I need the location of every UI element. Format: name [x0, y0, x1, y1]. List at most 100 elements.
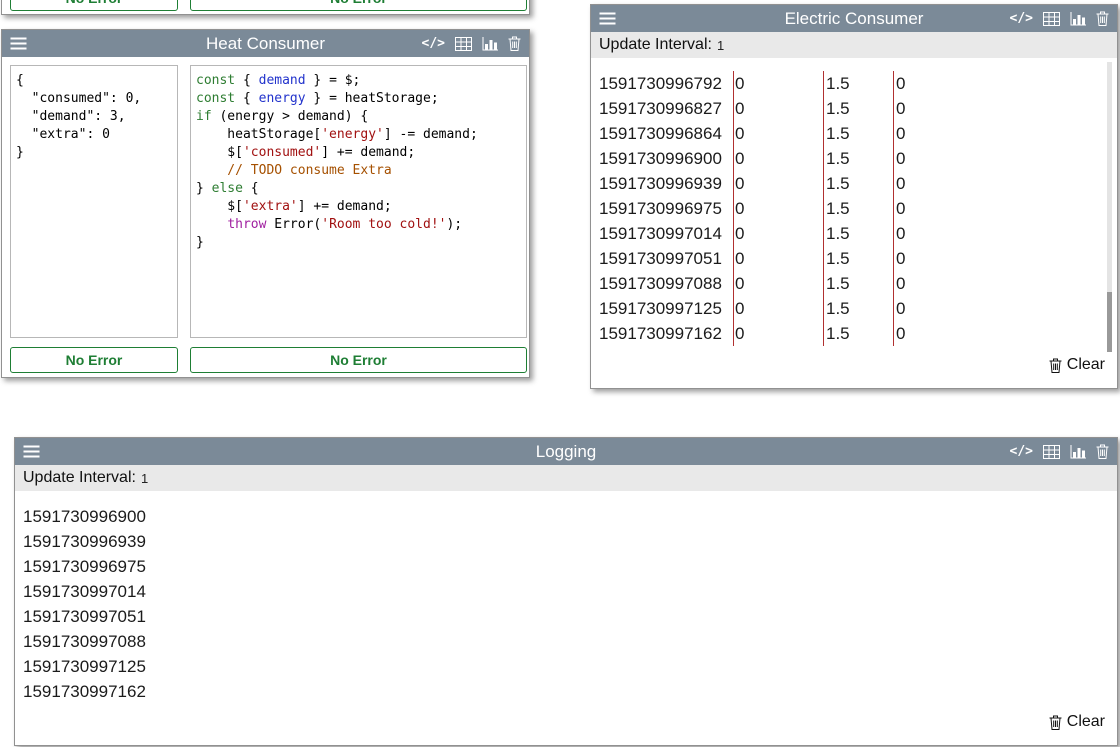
table-cell: 1591730997162	[599, 321, 733, 346]
trash-icon[interactable]	[1096, 444, 1109, 459]
table-cell: 1.5	[823, 246, 893, 271]
code-icon[interactable]: </>	[1010, 11, 1033, 26]
code-line: // TODO consume Extra	[196, 162, 521, 180]
update-interval-input[interactable]	[717, 38, 797, 53]
clear-button[interactable]: Clear	[1049, 713, 1105, 731]
table-cell: 1.5	[823, 221, 893, 246]
table-cell: 1.5	[823, 96, 893, 121]
update-interval-input[interactable]	[141, 471, 221, 486]
table-icon[interactable]	[1043, 12, 1060, 26]
json-line: {	[16, 72, 172, 90]
panel-heat-consumer: Heat Consumer </> { "consumed": 0, "dema…	[1, 29, 530, 378]
chart-icon[interactable]	[1070, 12, 1086, 26]
dashboard: No Error No Error Heat Consumer </>	[0, 0, 1120, 747]
table-cell: 0	[893, 221, 905, 246]
table-cell: 0	[733, 246, 823, 271]
table-row: 159173099712501.50	[591, 296, 1107, 321]
table-cell: 1591730996864	[599, 121, 733, 146]
trash-icon[interactable]	[1096, 11, 1109, 26]
code-token: throw	[227, 217, 266, 232]
menu-icon[interactable]	[23, 445, 40, 458]
code-line: $['extra'] += demand;	[196, 198, 521, 216]
table-cell: 1591730997125	[599, 296, 733, 321]
code-token: heatStorage[	[196, 127, 321, 142]
header-icons: </>	[1010, 444, 1109, 459]
list-item: 1591730996975	[15, 554, 1107, 579]
panel-electric-consumer: Electric Consumer </> Update Interval: 1…	[590, 4, 1118, 389]
code-icon[interactable]: </>	[1010, 444, 1033, 459]
table-cell: 1591730996900	[599, 146, 733, 171]
chart-icon[interactable]	[1070, 445, 1086, 459]
table-cell: 0	[893, 196, 905, 221]
code-token: } = $;	[306, 73, 361, 88]
code-line: throw Error('Room too cold!');	[196, 216, 521, 234]
trash-icon[interactable]	[508, 36, 521, 51]
clear-button[interactable]: Clear	[1049, 356, 1105, 374]
code-token: {	[243, 181, 259, 196]
scrollbar[interactable]	[1107, 62, 1112, 352]
code-line: const { energy } = heatStorage;	[196, 90, 521, 108]
json-line: "extra": 0	[16, 126, 172, 144]
table-cell: 0	[893, 96, 905, 121]
menu-icon[interactable]	[10, 37, 27, 50]
clear-label: Clear	[1067, 356, 1105, 374]
table-cell: 0	[733, 121, 823, 146]
code-token: $[	[196, 199, 243, 214]
code-icon[interactable]: </>	[422, 36, 445, 51]
list-item: 1591730997088	[15, 629, 1107, 654]
table-cell: 0	[733, 171, 823, 196]
code-token: 'extra'	[243, 199, 298, 214]
table-cell: 1.5	[823, 121, 893, 146]
table-icon[interactable]	[455, 37, 472, 51]
table-cell: 1.5	[823, 196, 893, 221]
code-token: ] -= demand;	[384, 127, 478, 142]
table-cell: 0	[733, 71, 823, 96]
table-row: 159173099682701.50	[591, 96, 1107, 121]
clear-label: Clear	[1067, 713, 1105, 731]
table-cell: 1.5	[823, 296, 893, 321]
status-no-error: No Error	[190, 0, 527, 11]
code-token: 'Room too cold!'	[321, 217, 446, 232]
list-item: 1591730997125	[15, 654, 1107, 679]
code-line: }	[196, 234, 521, 252]
table-cell: 0	[893, 146, 905, 171]
code-token: const	[196, 73, 235, 88]
table-cell: 1.5	[823, 271, 893, 296]
code-token: ] += demand;	[321, 145, 415, 160]
panel-title: Logging	[15, 442, 1117, 462]
table-cell: 1591730997014	[599, 221, 733, 246]
status-no-error: No Error	[10, 347, 178, 373]
code-token: 'consumed'	[243, 145, 321, 160]
update-interval-bar: Update Interval:	[591, 32, 1117, 58]
status-no-error: No Error	[190, 347, 527, 373]
code-token: }	[196, 181, 212, 196]
code-token: const	[196, 91, 235, 106]
table-cell: 1.5	[823, 171, 893, 196]
scrollbar-thumb[interactable]	[1107, 292, 1112, 352]
table-cell: 1591730997088	[599, 271, 733, 296]
table-row: 159173099705101.50	[591, 246, 1107, 271]
list-item: 1591730996900	[15, 504, 1107, 529]
update-interval-bar: Update Interval:	[15, 465, 1117, 491]
code-line: const { demand } = $;	[196, 72, 521, 90]
electric-log-list: 159173099679201.50159173099682701.501591…	[591, 58, 1107, 348]
code-line: } else {	[196, 180, 521, 198]
table-row: 159173099701401.50	[591, 221, 1107, 246]
table-row: 159173099693901.50	[591, 171, 1107, 196]
table-cell: 0	[733, 321, 823, 346]
menu-icon[interactable]	[599, 12, 616, 25]
table-cell: 0	[893, 171, 905, 196]
update-interval-label: Update Interval:	[23, 469, 136, 487]
code-token: );	[446, 217, 462, 232]
table-cell: 0	[893, 296, 905, 321]
table-cell: 1591730996792	[599, 71, 733, 96]
chart-icon[interactable]	[482, 37, 498, 51]
code-editor[interactable]: const { demand } = $;const { energy } = …	[190, 65, 527, 338]
table-icon[interactable]	[1043, 445, 1060, 459]
list-item: 1591730996939	[15, 529, 1107, 554]
state-json-editor[interactable]: { "consumed": 0, "demand": 3, "extra": 0…	[10, 65, 178, 338]
code-token: $[	[196, 145, 243, 160]
code-token: // TODO consume Extra	[196, 163, 392, 178]
table-cell: 0	[893, 71, 905, 96]
code-line: if (energy > demand) {	[196, 108, 521, 126]
